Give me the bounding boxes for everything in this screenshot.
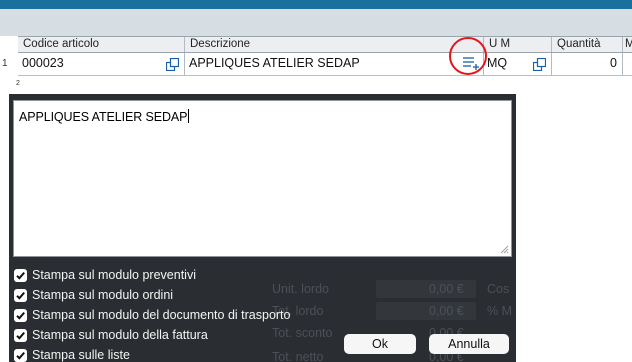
print-options: Stampa sul modulo preventivi Stampa sul … [14, 265, 290, 362]
background-side-label: % M [487, 304, 512, 318]
checkbox-checked-icon[interactable] [14, 308, 27, 322]
next-row-number: 2 [16, 80, 20, 87]
background-value: 0,00 € [429, 282, 464, 296]
table-row[interactable]: 1 000023 APPLIQUES ATELIER SEDAP MQ 0 [0, 53, 632, 76]
option-preventivi[interactable]: Stampa sul modulo preventivi [14, 265, 290, 285]
checkbox-checked-icon[interactable] [14, 328, 27, 342]
column-header-codice[interactable]: Codice articolo [18, 37, 185, 52]
description-text-content: APPLIQUES ATELIER SEDAP [19, 110, 188, 124]
highlight-circle [449, 37, 487, 75]
toolbar-strip [0, 9, 632, 36]
descrizione-value: APPLIQUES ATELIER SEDAP [189, 56, 360, 70]
resize-grip-icon[interactable] [499, 244, 509, 254]
cell-descrizione[interactable]: APPLIQUES ATELIER SEDAP [185, 53, 484, 75]
option-fattura[interactable]: Stampa sul modulo della fattura [14, 325, 290, 345]
checkbox-checked-icon[interactable] [14, 268, 27, 282]
option-label: Stampa sul modulo preventivi [32, 268, 196, 282]
option-label: Stampa sul modulo della fattura [32, 328, 208, 342]
cell-um[interactable]: MQ [484, 53, 552, 75]
column-header-quantita[interactable]: Quantità [552, 37, 623, 52]
description-textarea[interactable]: APPLIQUES ATELIER SEDAP [13, 100, 512, 257]
cell-m[interactable] [623, 53, 632, 75]
description-text: APPLIQUES ATELIER SEDAP [19, 109, 190, 124]
option-label: Stampa sul modulo del documento di trasp… [32, 308, 291, 322]
column-header-um[interactable]: U M [484, 37, 552, 52]
cell-codice[interactable]: 000023 [18, 53, 185, 75]
option-ordini[interactable]: Stampa sul modulo ordini [14, 285, 290, 305]
window-title-bar [0, 0, 632, 9]
lookup-icon[interactable] [533, 58, 546, 71]
codice-value: 000023 [22, 56, 64, 70]
cancel-button[interactable]: Annulla [429, 334, 509, 354]
text-caret [188, 109, 190, 123]
ok-button[interactable]: Ok [344, 334, 416, 354]
table-header: Codice articolo Descrizione U M Quantità… [18, 36, 632, 53]
column-header-descrizione[interactable]: Descrizione [185, 37, 484, 52]
checkbox-checked-icon[interactable] [14, 348, 27, 362]
option-label: Stampa sulle liste [32, 348, 130, 362]
option-liste[interactable]: Stampa sulle liste [14, 345, 290, 362]
option-label: Stampa sul modulo ordini [32, 288, 174, 302]
row-number: 1 [0, 53, 18, 75]
document-grid-area: Codice articolo Descrizione U M Quantità… [0, 0, 632, 87]
um-value: MQ [487, 56, 508, 70]
option-trasporto[interactable]: Stampa sul modulo del documento di trasp… [14, 305, 290, 325]
lookup-icon[interactable] [166, 58, 179, 71]
column-header-m[interactable]: M [623, 37, 632, 52]
background-side-label: Cos [487, 282, 510, 296]
checkbox-checked-icon[interactable] [14, 288, 27, 302]
items-table: Codice articolo Descrizione U M Quantità… [0, 36, 632, 80]
cell-quantita[interactable]: 0 [552, 53, 623, 75]
extended-description-dialog: Unit. lordo Tot. lordo Tot. sconto Tot. … [9, 94, 516, 362]
background-value: 0,00 € [429, 304, 464, 318]
